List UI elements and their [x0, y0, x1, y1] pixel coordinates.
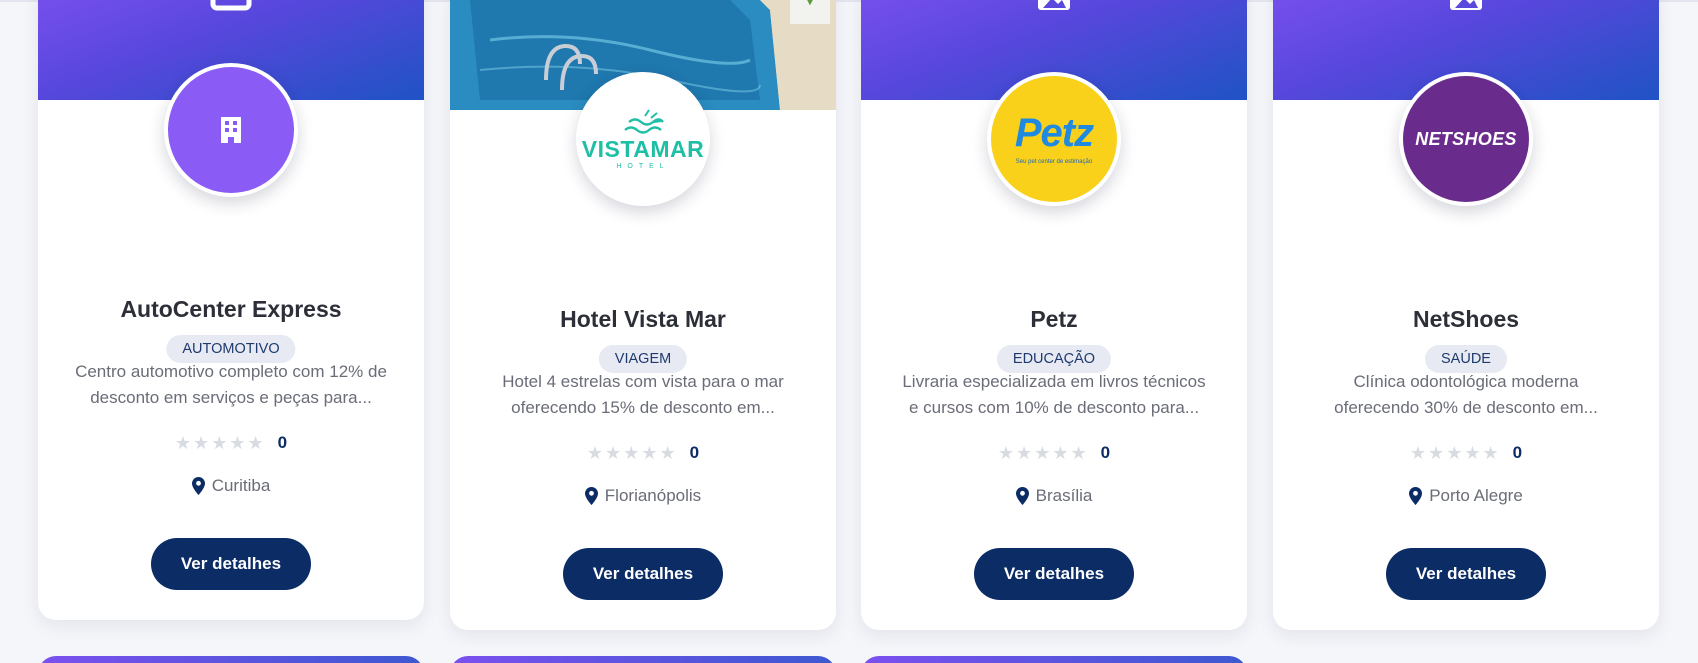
company-description: Centro automotivo completo com 12% de de…	[75, 362, 387, 407]
view-details-button[interactable]: Ver detalhes	[974, 548, 1134, 600]
star-icon: ★	[605, 443, 622, 463]
star-icon: ★	[1016, 443, 1033, 463]
location: Porto Alegre	[1273, 486, 1659, 506]
star-icon: ★	[623, 443, 640, 463]
star-icon: ★	[997, 443, 1015, 463]
company-name: Hotel Vista Mar	[560, 306, 726, 332]
company-description: Hotel 4 estrelas com vista para o mar of…	[502, 372, 784, 417]
map-pin-icon	[191, 477, 205, 495]
star-icon: ★	[1464, 443, 1481, 463]
company-logo	[164, 63, 298, 197]
image-placeholder-icon	[1450, 0, 1482, 10]
map-pin-icon	[1409, 487, 1423, 505]
logo-subtext: HOTEL	[616, 163, 670, 170]
map-pin-icon	[584, 487, 598, 505]
building-icon	[221, 117, 241, 143]
star-icon: ★	[586, 443, 604, 463]
sun-waves-icon	[624, 109, 664, 134]
view-details-button[interactable]: Ver detalhes	[563, 548, 723, 600]
star-icon: ★	[174, 433, 192, 453]
company-description: Clínica odontológica moderna oferecendo …	[1334, 372, 1598, 417]
star-icon: ★	[247, 433, 264, 453]
rating: ★ ★ ★ ★ ★ 0	[450, 443, 836, 463]
company-logo: NETSHOES	[1399, 72, 1533, 206]
star-icon: ★	[1070, 443, 1087, 463]
company-card: AutoCenter Express AUTOMOTIVO Centro aut…	[38, 0, 424, 620]
location: Florianópolis	[450, 486, 836, 506]
logo-text: NETSHOES	[1415, 128, 1517, 149]
company-logo: VISTAMAR HOTEL	[576, 72, 710, 206]
star-icon: ★	[229, 433, 246, 453]
next-row-card	[861, 656, 1247, 663]
logo-subtext: Seu pet center de estimação	[1015, 159, 1093, 165]
logo-text: Petz	[1014, 111, 1094, 155]
star-icon: ★	[211, 433, 228, 453]
location-city: Porto Alegre	[1429, 486, 1523, 505]
company-logo: Petz Seu pet center de estimação	[987, 72, 1121, 206]
company-card: NETSHOES NetShoes SAÚDE Clínica odontoló…	[1273, 0, 1659, 630]
company-card: VISTAMAR HOTEL Hotel Vista Mar VIAGEM Ho…	[450, 0, 836, 630]
rating: ★ ★ ★ ★ ★ 0	[861, 443, 1247, 463]
rating: ★ ★ ★ ★ ★ 0	[1273, 443, 1659, 463]
star-icon: ★	[1482, 443, 1499, 463]
company-name: NetShoes	[1412, 306, 1520, 332]
rating-count: 0	[1100, 443, 1111, 462]
star-icon: ★	[641, 443, 658, 463]
star-icon: ★	[1052, 443, 1069, 463]
image-placeholder-icon	[210, 0, 252, 11]
company-name: Petz	[1030, 306, 1078, 332]
star-icon: ★	[659, 443, 676, 463]
rating-count: 0	[277, 433, 288, 452]
company-name: AutoCenter Express	[120, 296, 342, 322]
star-icon: ★	[1409, 443, 1427, 463]
star-icon: ★	[193, 433, 210, 453]
location-city: Curitiba	[211, 476, 271, 495]
image-placeholder-icon	[1038, 0, 1070, 10]
next-row-card	[38, 656, 424, 663]
next-row-card	[450, 656, 836, 663]
company-description: Livraria especializada em livros técnico…	[902, 372, 1206, 417]
view-details-button[interactable]: Ver detalhes	[1386, 548, 1546, 600]
location-city: Florianópolis	[604, 486, 702, 505]
rating: ★ ★ ★ ★ ★ 0	[38, 433, 424, 453]
rating-count: 0	[689, 443, 700, 462]
star-icon: ★	[1446, 443, 1463, 463]
location-city: Brasília	[1035, 486, 1093, 505]
map-pin-icon	[1015, 487, 1029, 505]
star-icon: ★	[1428, 443, 1445, 463]
view-details-button[interactable]: Ver detalhes	[151, 538, 311, 590]
company-card: Petz Seu pet center de estimação Petz ED…	[861, 0, 1247, 630]
logo-text: VISTAMAR	[581, 136, 705, 162]
star-icon: ★	[1034, 443, 1051, 463]
rating-count: 0	[1512, 443, 1523, 462]
location: Brasília	[861, 486, 1247, 506]
location: Curitiba	[38, 476, 424, 496]
